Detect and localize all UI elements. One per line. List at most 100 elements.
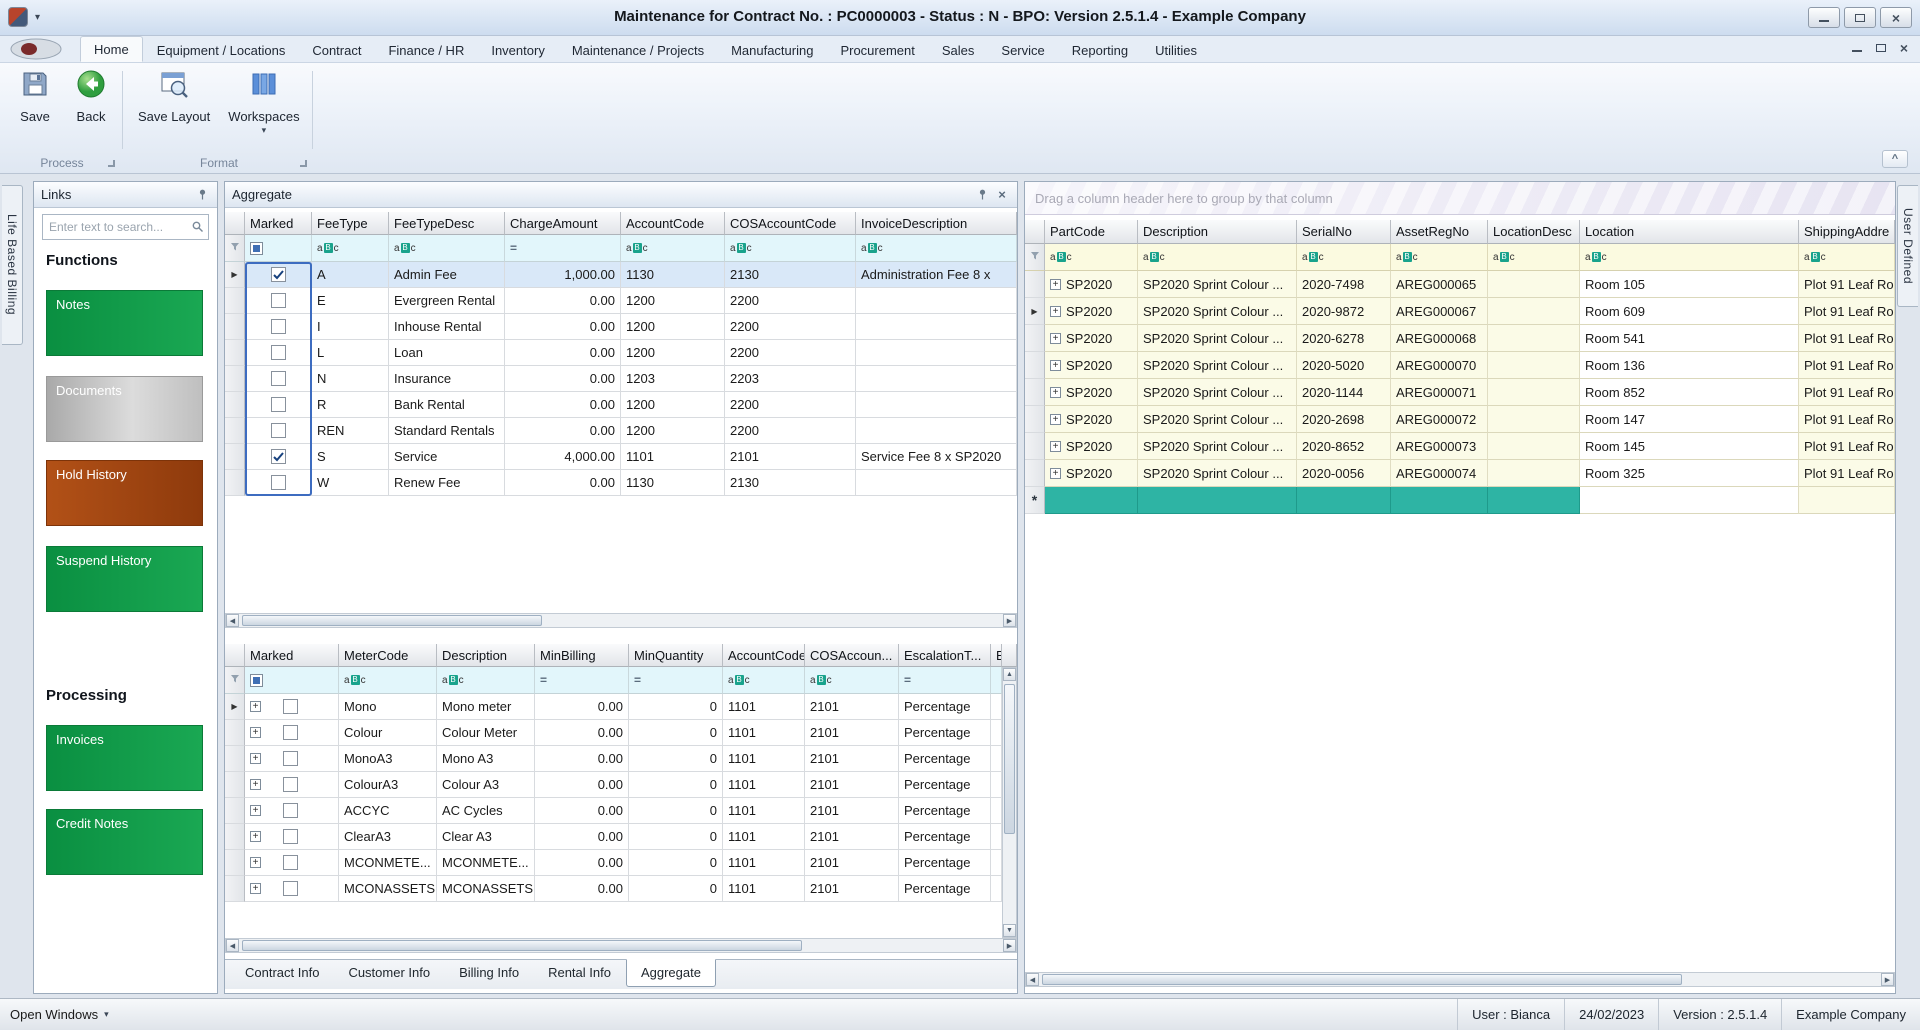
table-row[interactable]: + SP2020 SP2020 Sprint Colour ... 2020-2698…: [1025, 406, 1895, 433]
column-header-minbilling[interactable]: MinBilling: [535, 644, 629, 667]
fees-horizontal-scrollbar[interactable]: ◀ ▶: [225, 613, 1017, 628]
expand-icon[interactable]: +: [1050, 413, 1061, 425]
ribbon-tab-procurement[interactable]: Procurement: [827, 38, 927, 62]
filter-cell[interactable]: aBc: [1580, 244, 1799, 271]
checkbox[interactable]: [270, 423, 286, 438]
expand-icon[interactable]: +: [1050, 305, 1061, 317]
collapse-ribbon-button[interactable]: ^: [1882, 150, 1908, 168]
suspend-history-button[interactable]: Suspend History: [46, 546, 203, 612]
scroll-up-icon[interactable]: ▲: [1003, 668, 1016, 681]
filter-cell[interactable]: aBc: [725, 235, 856, 262]
column-header-description[interactable]: Description: [437, 644, 535, 667]
tab-customer-info[interactable]: Customer Info: [334, 960, 444, 986]
expand-icon[interactable]: +: [250, 753, 261, 764]
checkbox[interactable]: [270, 319, 286, 334]
table-row[interactable]: ▶ + Mono Mono meter 0.00 0 1101 2101 Percentage: [225, 694, 1017, 720]
scroll-left-icon[interactable]: ◀: [1026, 973, 1039, 986]
meters-vertical-scrollbar[interactable]: ▲ ▼: [1002, 667, 1017, 938]
filter-cell[interactable]: [245, 667, 339, 694]
filter-cell[interactable]: aBc: [1297, 244, 1391, 271]
scrollbar-thumb[interactable]: [242, 615, 542, 626]
mdi-minimize-icon[interactable]: [1851, 50, 1862, 52]
ribbon-tab-maintenance-projects[interactable]: Maintenance / Projects: [559, 38, 717, 62]
filter-cell[interactable]: aBc: [1045, 244, 1138, 271]
new-row-cell[interactable]: [1580, 487, 1799, 514]
ribbon-tab-contract[interactable]: Contract: [299, 38, 374, 62]
filter-cell[interactable]: aBc: [389, 235, 505, 262]
side-tab-user-defined[interactable]: User Defined: [1897, 185, 1918, 307]
tab-contract-info[interactable]: Contract Info: [231, 960, 333, 986]
expand-icon[interactable]: +: [250, 701, 261, 712]
filter-cell[interactable]: aBc: [723, 667, 805, 694]
close-button[interactable]: ×: [1880, 7, 1912, 28]
checkbox[interactable]: [270, 293, 286, 308]
scrollbar-thumb[interactable]: [1042, 974, 1682, 985]
expand-icon[interactable]: +: [1050, 278, 1061, 290]
new-row-cell[interactable]: [1045, 487, 1138, 514]
checkbox[interactable]: [283, 699, 298, 714]
column-header-shippingaddre[interactable]: ShippingAddre: [1799, 220, 1895, 244]
column-header-minquantity[interactable]: MinQuantity: [629, 644, 723, 667]
column-header-accountcode[interactable]: AccountCode: [723, 644, 805, 667]
checkbox[interactable]: [283, 829, 298, 844]
expand-icon[interactable]: +: [1050, 440, 1061, 452]
checkbox[interactable]: [283, 751, 298, 766]
filter-cell[interactable]: [991, 667, 1002, 694]
expand-icon[interactable]: +: [1050, 359, 1061, 371]
column-header-feetypedesc[interactable]: FeeTypeDesc: [389, 212, 505, 235]
notes-button[interactable]: Notes: [46, 290, 203, 356]
filter-cell[interactable]: aBc: [621, 235, 725, 262]
ribbon-tab-home[interactable]: Home: [80, 36, 143, 62]
tab-billing-info[interactable]: Billing Info: [445, 960, 533, 986]
table-row[interactable]: I Inhouse Rental 0.00 1200 2200: [225, 314, 1017, 340]
table-row[interactable]: + MonoA3 Mono A3 0.00 0 1101 2101 Percentage: [225, 746, 1017, 772]
save-layout-button[interactable]: Save Layout: [134, 67, 214, 138]
table-row[interactable]: N Insurance 0.00 1203 2203: [225, 366, 1017, 392]
ribbon-tab-reporting[interactable]: Reporting: [1059, 38, 1141, 62]
expand-icon[interactable]: +: [250, 857, 261, 868]
expand-icon[interactable]: +: [250, 805, 261, 816]
column-header-assetregno[interactable]: AssetRegNo: [1391, 220, 1488, 244]
scrollbar-thumb[interactable]: [242, 940, 802, 951]
expand-icon[interactable]: +: [250, 831, 261, 842]
table-row[interactable]: E Evergreen Rental 0.00 1200 2200: [225, 288, 1017, 314]
table-row[interactable]: REN Standard Rentals 0.00 1200 2200: [225, 418, 1017, 444]
dialog-launcher-icon[interactable]: [108, 160, 115, 167]
column-header-partcode[interactable]: PartCode: [1045, 220, 1138, 244]
column-header-serialno[interactable]: SerialNo: [1297, 220, 1391, 244]
new-row-cell[interactable]: [1799, 487, 1895, 514]
checkbox[interactable]: [270, 475, 286, 490]
column-header-escalationt[interactable]: EscalationT...: [899, 644, 991, 667]
filter-cell[interactable]: [245, 235, 312, 262]
table-row[interactable]: + Colour Colour Meter 0.00 0 1101 2101 Percenta…: [225, 720, 1017, 746]
dialog-launcher-icon[interactable]: [300, 160, 307, 167]
checkbox[interactable]: [270, 267, 286, 282]
ribbon-tab-inventory[interactable]: Inventory: [478, 38, 557, 62]
column-header-invoicedescription[interactable]: InvoiceDescription: [856, 212, 1017, 235]
expand-icon[interactable]: +: [250, 883, 261, 894]
table-row[interactable]: + SP2020 SP2020 Sprint Colour ... 2020-8652…: [1025, 433, 1895, 460]
column-header-description[interactable]: Description: [1138, 220, 1297, 244]
expand-icon[interactable]: +: [1050, 332, 1061, 344]
checkbox[interactable]: [270, 345, 286, 360]
ribbon-tab-finance-hr[interactable]: Finance / HR: [375, 38, 477, 62]
table-row[interactable]: W Renew Fee 0.00 1130 2130: [225, 470, 1017, 496]
scroll-left-icon[interactable]: ◀: [226, 614, 239, 627]
column-header-marked[interactable]: Marked: [245, 644, 339, 667]
column-header-cosaccoun[interactable]: COSAccoun...: [805, 644, 899, 667]
expand-icon[interactable]: +: [1050, 386, 1061, 398]
filter-cell[interactable]: =: [535, 667, 629, 694]
filter-cell[interactable]: aBc: [437, 667, 535, 694]
table-row[interactable]: S Service 4,000.00 1101 2101 Service Fee 8 x …: [225, 444, 1017, 470]
scroll-right-icon[interactable]: ▶: [1881, 973, 1894, 986]
table-row[interactable]: + SP2020 SP2020 Sprint Colour ... 2020-1144…: [1025, 379, 1895, 406]
minimize-button[interactable]: [1808, 7, 1840, 28]
checkbox[interactable]: [270, 371, 286, 386]
new-row-cell[interactable]: [1488, 487, 1580, 514]
scroll-right-icon[interactable]: ▶: [1003, 939, 1016, 952]
checkbox[interactable]: [283, 803, 298, 818]
invoices-button[interactable]: Invoices: [46, 725, 203, 791]
table-row[interactable]: + ColourA3 Colour A3 0.00 0 1101 2101 Percentag…: [225, 772, 1017, 798]
filter-cell[interactable]: aBc: [339, 667, 437, 694]
group-by-band[interactable]: Drag a column header here to group by th…: [1025, 182, 1895, 215]
